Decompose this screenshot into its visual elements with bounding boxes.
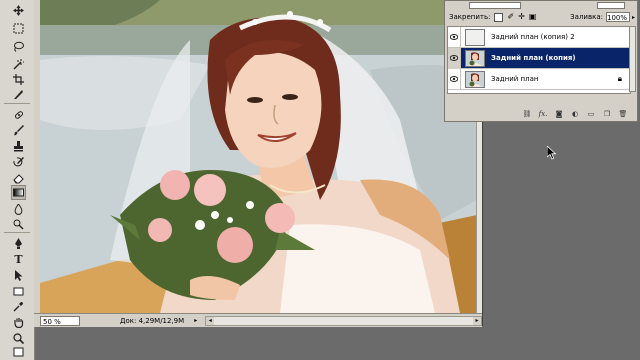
clone-stamp-tool-icon[interactable]: [12, 140, 25, 153]
link-icon[interactable]: ⛓: [521, 109, 533, 119]
layer-row[interactable]: Задний план 🔒︎: [448, 68, 630, 90]
path-selection-tool-icon[interactable]: [12, 269, 25, 282]
lasso-tool-icon[interactable]: [12, 40, 25, 53]
mask-icon[interactable]: ◙: [553, 109, 565, 119]
marquee-tool-icon[interactable]: [12, 22, 25, 35]
move-tool-icon[interactable]: [12, 4, 25, 17]
magic-wand-tool-icon[interactable]: [12, 58, 25, 71]
layers-palette: Закрепить: ✐ ✛ ▣ Заливка: 100% ▸ Задний …: [444, 0, 638, 122]
tools-palette: T: [0, 0, 35, 360]
scroll-right-icon[interactable]: ▸: [473, 316, 481, 325]
adjustment-icon[interactable]: ◐: [569, 109, 581, 119]
layer-name: Задний план: [491, 75, 539, 83]
hand-tool-icon[interactable]: [12, 316, 25, 329]
zoom-tool-icon[interactable]: [12, 332, 25, 345]
visibility-eye-icon[interactable]: [448, 68, 461, 90]
fill-field[interactable]: 100%: [605, 12, 630, 22]
dodge-tool-icon[interactable]: [12, 218, 25, 231]
zoom-level-field[interactable]: 50 %: [40, 315, 80, 326]
opacity-field[interactable]: [597, 1, 625, 9]
lock-position-icon[interactable]: ✛: [518, 13, 525, 21]
notes-tool-icon[interactable]: [12, 346, 25, 359]
trash-icon[interactable]: 🗑︎: [617, 109, 629, 119]
tool-separator: [4, 232, 30, 233]
layer-name: Задний план (копия): [491, 54, 576, 62]
blend-mode-select[interactable]: [469, 1, 521, 9]
lock-row: Закрепить: ✐ ✛ ▣ Заливка: 100% ▸: [445, 10, 639, 24]
shape-tool-icon[interactable]: [12, 285, 25, 298]
brush-tool-icon[interactable]: [12, 124, 25, 137]
layer-lock-icon: 🔒︎: [617, 74, 622, 83]
pen-tool-icon[interactable]: [12, 237, 25, 250]
layers-footer: ⛓ fx. ◙ ◐ ▭ ❐ 🗑︎: [445, 107, 639, 121]
lock-transparency-checkbox[interactable]: [494, 12, 504, 22]
visibility-eye-icon[interactable]: [448, 47, 461, 69]
status-bar: 50 % Док: 4,29M/12,9M ▸ ◂ ▸: [34, 313, 482, 327]
layer-list: Задний план (копия) 2 Задний план (копия…: [447, 26, 631, 94]
fx-icon[interactable]: fx.: [537, 109, 549, 119]
eraser-tool-icon[interactable]: [12, 172, 25, 185]
lock-label: Закрепить:: [449, 13, 491, 21]
scroll-left-icon[interactable]: ◂: [206, 316, 215, 325]
folder-icon[interactable]: ▭: [585, 109, 597, 119]
document-window: 50 % Док: 4,29M/12,9M ▸ ◂ ▸: [34, 0, 483, 327]
layer-row[interactable]: Задний план (копия) 2: [448, 26, 630, 48]
eyedropper-tool-icon[interactable]: [12, 300, 25, 313]
visibility-eye-icon[interactable]: [448, 26, 461, 48]
layer-thumbnail: [465, 70, 485, 88]
layer-name: Задний план (копия) 2: [491, 33, 575, 41]
layer-thumbnail: [465, 28, 485, 46]
blur-tool-icon[interactable]: [12, 203, 25, 216]
fill-label: Заливка:: [570, 13, 603, 21]
lock-pixels-icon[interactable]: ✐: [507, 13, 514, 21]
new-layer-icon[interactable]: ❐: [601, 109, 613, 119]
tool-separator: [4, 103, 30, 104]
document-size-info: Док: 4,29M/12,9M: [120, 316, 185, 325]
layers-options-row: [445, 1, 639, 9]
crop-tool-icon[interactable]: [12, 73, 25, 86]
canvas-horizontal-scrollbar[interactable]: ◂ ▸: [205, 315, 482, 326]
slice-tool-icon[interactable]: [12, 88, 25, 101]
layer-row-selected[interactable]: Задний план (копия): [448, 47, 630, 69]
fill-slider-arrow[interactable]: ▸: [632, 14, 635, 21]
bride-photo: [40, 0, 477, 313]
layers-scrollbar[interactable]: [629, 26, 636, 92]
photo-canvas[interactable]: [40, 0, 477, 313]
mouse-cursor-icon: [547, 146, 557, 160]
status-menu-arrow[interactable]: ▸: [194, 317, 197, 324]
gradient-tool-icon[interactable]: [11, 185, 26, 200]
layer-thumbnail: [465, 49, 485, 67]
type-tool-icon[interactable]: T: [12, 253, 25, 266]
history-brush-tool-icon[interactable]: [12, 156, 25, 169]
healing-brush-tool-icon[interactable]: [12, 108, 25, 121]
lock-all-icon[interactable]: ▣: [529, 13, 537, 21]
type-tool-glyph: T: [14, 253, 23, 266]
